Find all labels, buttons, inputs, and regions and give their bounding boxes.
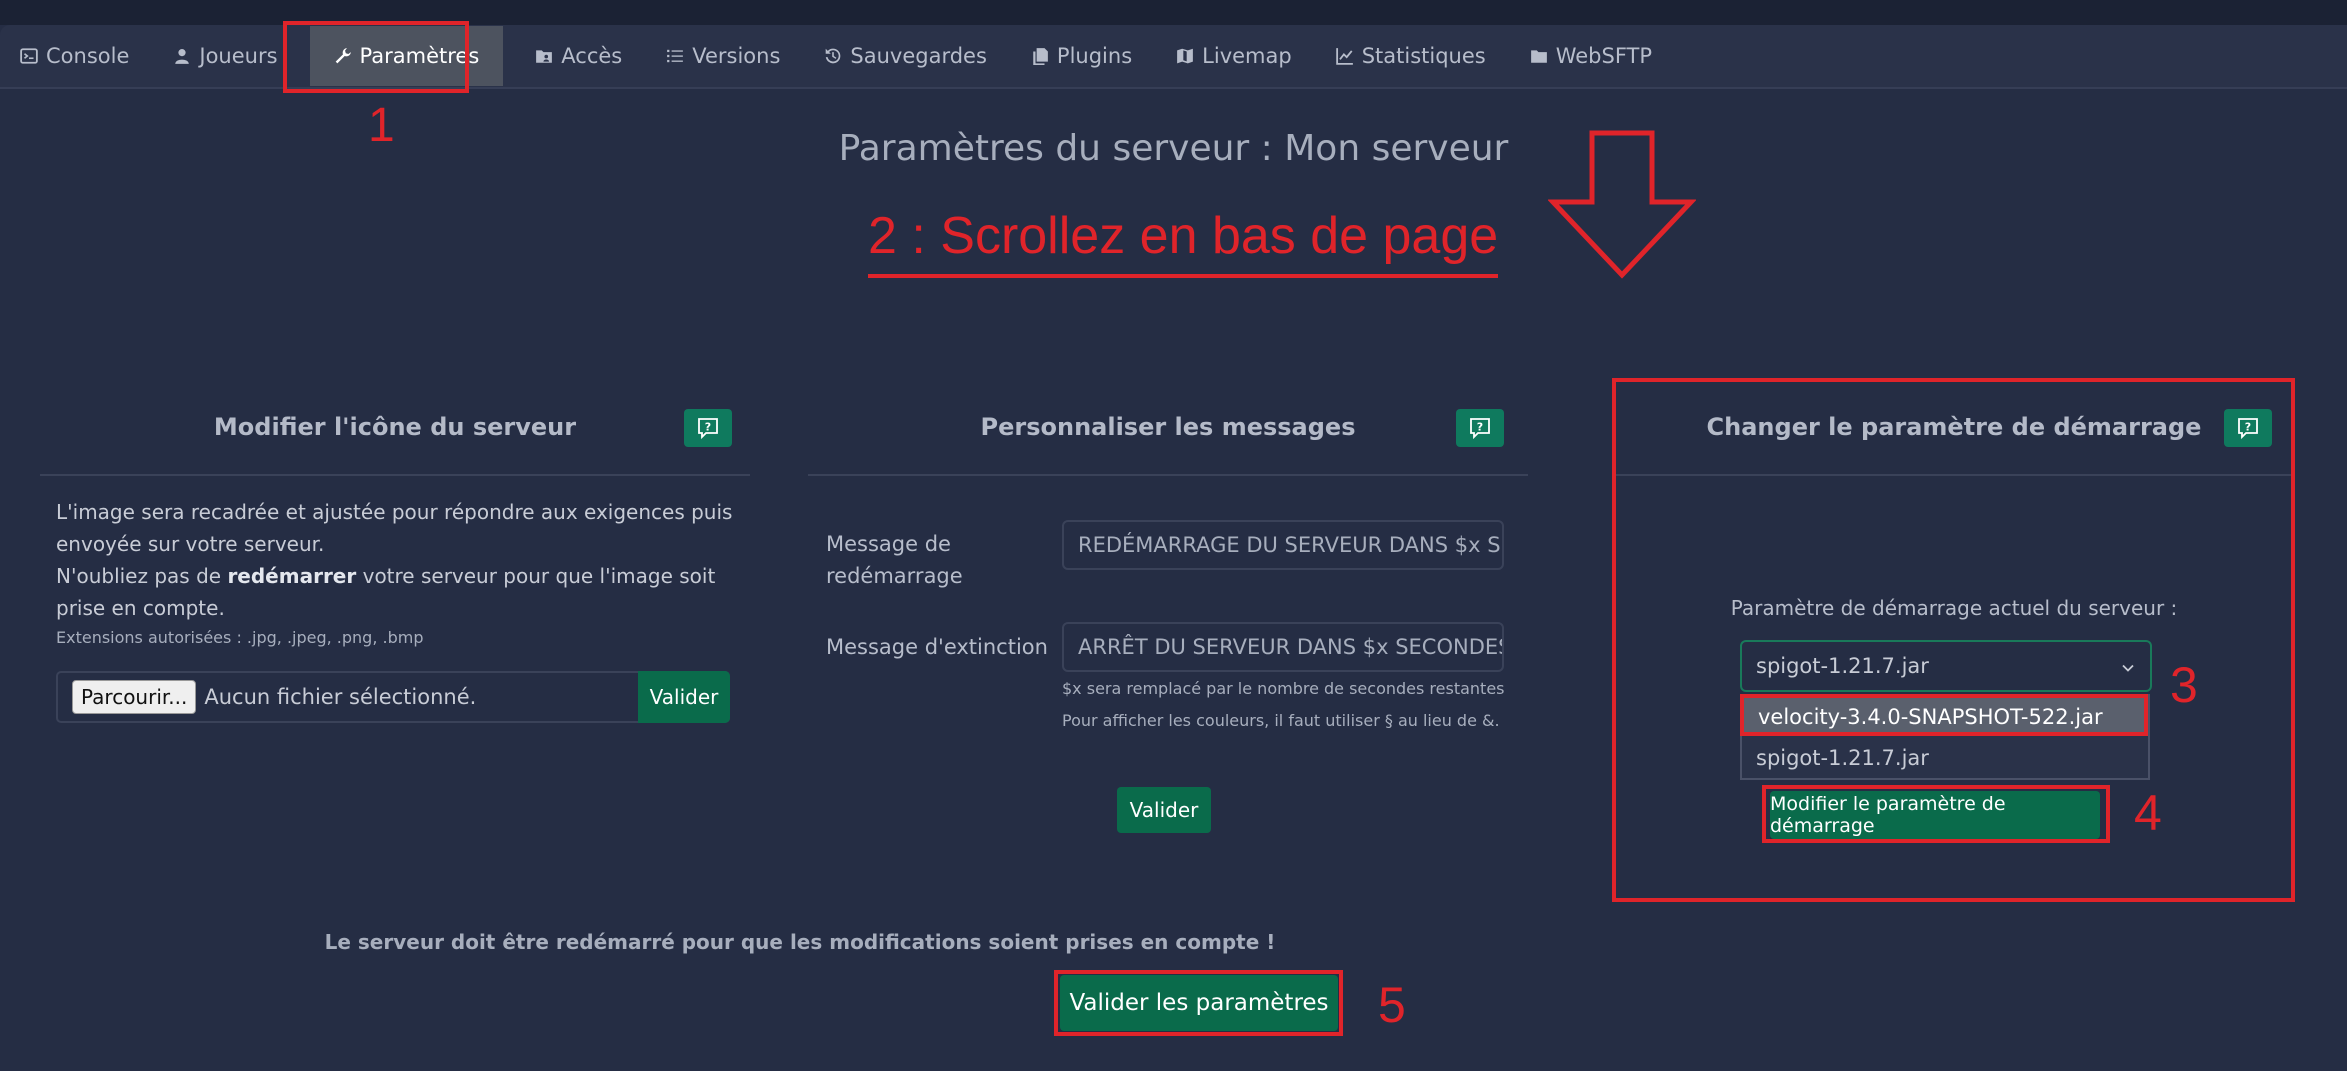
save-settings-button[interactable]: Valider les paramètres: [1060, 975, 1338, 1031]
arrow-down-icon: [1548, 130, 1696, 279]
tab-label: Sauvegardes: [850, 44, 987, 68]
tab-versions[interactable]: Versions: [644, 24, 802, 88]
browser-top-strip: [0, 0, 2347, 25]
messages-panel-title: Personnaliser les messages: [980, 413, 1356, 441]
svg-text:?: ?: [2245, 421, 2251, 434]
startup-panel-header: Changer le paramètre de démarrage ?: [1616, 380, 2292, 476]
current-startup-label: Paramètre de démarrage actuel du serveur…: [1730, 596, 2178, 620]
startup-panel-title: Changer le paramètre de démarrage: [1706, 413, 2202, 441]
map-icon: [1177, 48, 1194, 64]
icon-panel-title: Modifier l'icône du serveur: [213, 413, 577, 441]
tab-label: Statistiques: [1361, 44, 1486, 68]
browse-button[interactable]: Parcourir...: [72, 680, 197, 714]
tab-websftp[interactable]: WebSFTP: [1508, 24, 1674, 88]
annotation-step-2: 2 : Scrollez en bas de page: [868, 206, 1499, 278]
restart-message-label: Message de redémarrage: [826, 532, 963, 588]
message-hint-colors: Pour afficher les couleurs, il faut util…: [1062, 711, 1500, 730]
icon-info-text: L'image sera recadrée et ajustée pour ré…: [56, 500, 733, 556]
tab-label: Plugins: [1056, 44, 1133, 68]
help-icon: ?: [1470, 418, 1490, 440]
icon-validate-button[interactable]: Valider: [638, 671, 730, 723]
shutdown-message-input[interactable]: ARRÊT DU SERVEUR DANS $x SECONDES: [1062, 622, 1504, 672]
help-icon: ?: [2238, 418, 2258, 440]
history-icon: [826, 48, 841, 64]
messages-validate-button[interactable]: Valider: [1117, 787, 1211, 833]
help-button[interactable]: ?: [1456, 409, 1504, 447]
page-title: Paramètres du serveur : Mon serveur: [838, 128, 1509, 169]
message-hint-seconds: $x sera remplacé par le nombre de second…: [1062, 679, 1505, 698]
tab-joueurs[interactable]: Joueurs: [151, 24, 299, 88]
folder-icon: [1530, 50, 1547, 63]
allowed-extensions: Extensions autorisées : .jpg, .jpeg, .pn…: [56, 628, 424, 647]
top-nav: Console Joueurs Paramètres Accès Version…: [0, 25, 2347, 89]
restart-message-input[interactable]: REDÉMARRAGE DU SERVEUR DANS $x SECONDES: [1062, 520, 1504, 570]
tab-label: Paramètres: [359, 44, 480, 68]
wrench-icon: [335, 48, 351, 64]
svg-text:?: ?: [705, 421, 711, 434]
icon-panel: Modifier l'icône du serveur ? L'image se…: [40, 380, 750, 740]
tab-label: Livemap: [1202, 44, 1292, 68]
list-icon: [667, 49, 684, 63]
no-file-text: Aucun fichier sélectionné.: [204, 685, 477, 709]
icon-restart-text: N'oubliez pas de redémarrer votre serveu…: [56, 560, 746, 624]
startup-option-velocity[interactable]: velocity-3.4.0-SNAPSHOT-522.jar: [1744, 698, 2146, 736]
icon-panel-header: Modifier l'icône du serveur ?: [40, 380, 750, 476]
chart-icon: [1335, 48, 1353, 65]
restart-text-part: N'oubliez pas de: [56, 564, 228, 588]
messages-panel: Personnaliser les messages ? Message de …: [808, 380, 1528, 860]
startup-select[interactable]: spigot-1.21.7.jar: [1740, 640, 2152, 692]
help-button[interactable]: ?: [684, 409, 732, 447]
shutdown-message-label: Message d'extinction: [826, 635, 1048, 659]
tab-acces[interactable]: Accès: [513, 24, 644, 88]
tab-statistiques[interactable]: Statistiques: [1314, 24, 1508, 88]
messages-panel-header: Personnaliser les messages ?: [808, 380, 1528, 476]
modify-startup-button[interactable]: Modifier le paramètre de démarrage: [1770, 791, 2100, 839]
restart-required-note: Le serveur doit être redémarré pour que …: [324, 930, 1276, 954]
tab-livemap[interactable]: Livemap: [1154, 24, 1314, 88]
tab-label: Versions: [692, 44, 781, 68]
help-button[interactable]: ?: [2224, 409, 2272, 447]
tab-parametres[interactable]: Paramètres: [309, 26, 504, 86]
svg-text:?: ?: [1477, 421, 1483, 434]
restart-bold: redémarrer: [227, 564, 357, 588]
folder-user-icon: [536, 50, 553, 63]
annotation-step-3: 3: [2170, 657, 2198, 713]
terminal-icon: [20, 48, 38, 64]
user-icon: [175, 49, 190, 64]
tab-plugins[interactable]: Plugins: [1009, 24, 1154, 88]
annotation-step-5: 5: [1378, 977, 1406, 1033]
annotation-step-4: 4: [2134, 785, 2162, 841]
startup-option-spigot[interactable]: spigot-1.21.7.jar: [1742, 738, 2148, 778]
tab-label: Joueurs: [199, 44, 278, 68]
tab-label: Accès: [561, 44, 623, 68]
startup-dropdown: velocity-3.4.0-SNAPSHOT-522.jar spigot-1…: [1740, 694, 2150, 780]
tab-label: WebSFTP: [1555, 44, 1653, 68]
file-input[interactable]: Parcourir... Aucun fichier sélectionné. …: [56, 671, 730, 723]
file-icon: [1033, 48, 1048, 65]
startup-select-value: spigot-1.21.7.jar: [1756, 654, 1929, 678]
tab-console[interactable]: Console: [20, 24, 151, 88]
tab-label: Console: [46, 44, 130, 68]
help-icon: ?: [698, 418, 718, 440]
chevron-down-icon: [2122, 664, 2134, 672]
tab-sauvegardes[interactable]: Sauvegardes: [802, 24, 1009, 88]
